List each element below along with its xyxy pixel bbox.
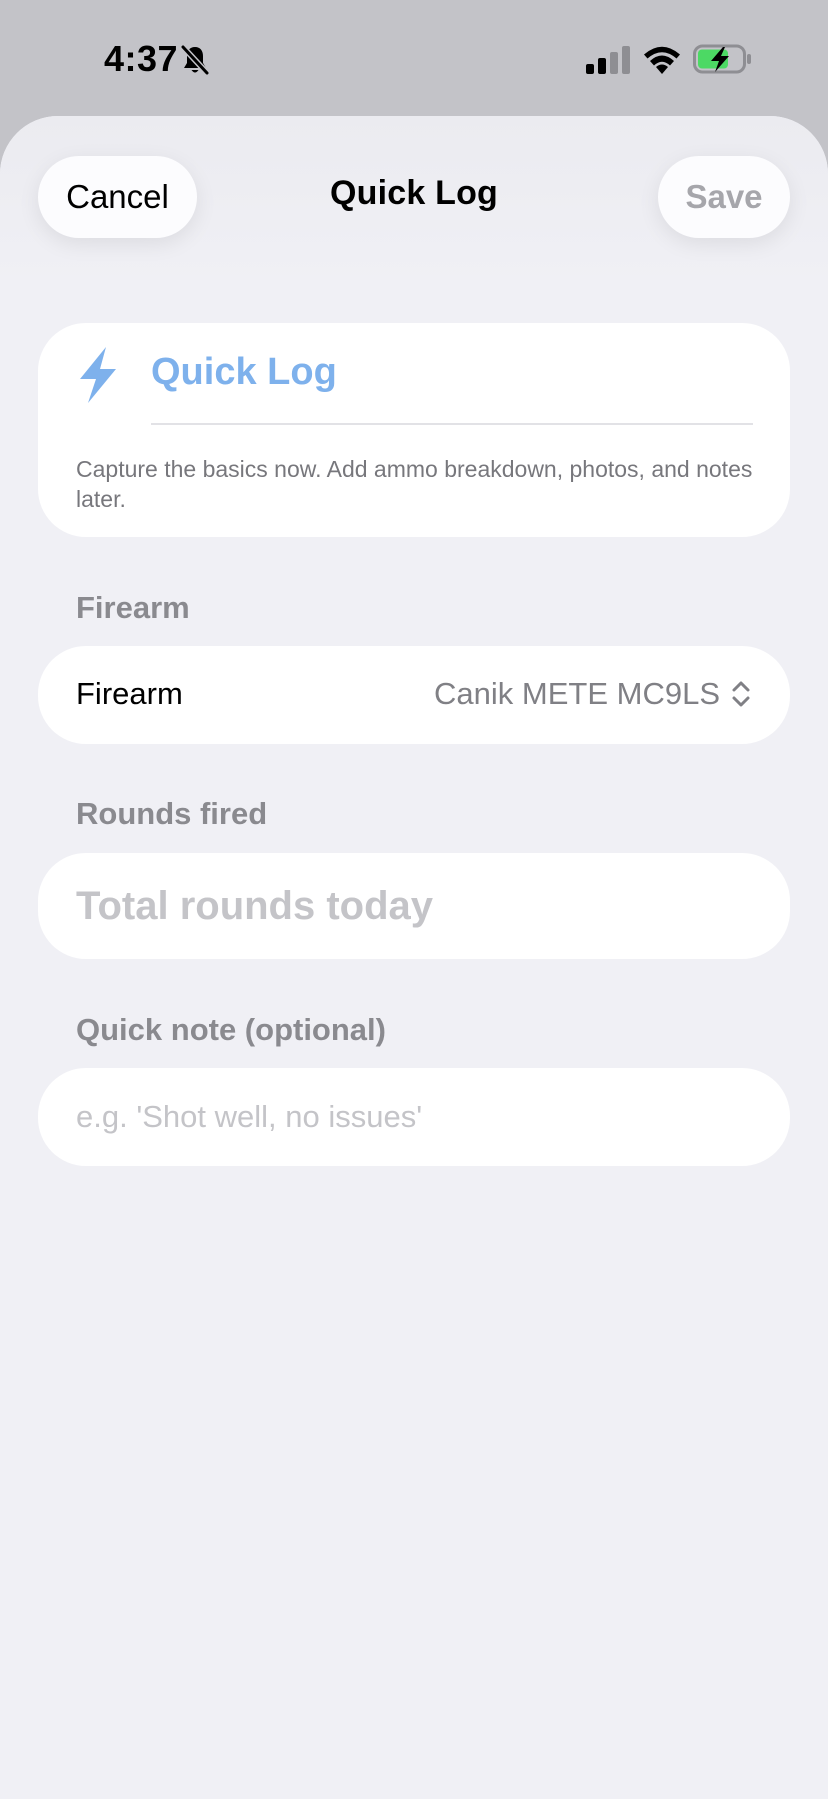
status-bar: 4:37	[0, 0, 828, 116]
firearm-picker-row[interactable]: Firearm Canik METE MC9LS	[38, 646, 790, 744]
rounds-section-header: Rounds fired	[76, 796, 268, 831]
note-section-header: Quick note (optional)	[76, 1012, 386, 1047]
divider	[151, 423, 753, 425]
battery-charging-icon	[693, 44, 751, 74]
bell-slash-icon	[180, 44, 210, 76]
quick-note-input[interactable]	[76, 1068, 756, 1166]
quick-log-description: Capture the basics now. Add ammo breakdo…	[76, 456, 753, 512]
quick-log-card-title: Quick Log	[151, 351, 337, 393]
wifi-icon	[644, 46, 680, 74]
rounds-field-container	[38, 853, 790, 959]
quick-log-info-card: Quick Log Capture the basics now. Add am…	[38, 323, 790, 537]
firearm-row-label: Firearm	[76, 676, 183, 711]
rounds-fired-input[interactable]	[76, 853, 756, 959]
quick-log-sheet: Cancel Quick Log Save Quick Log Capture …	[0, 116, 828, 1799]
chevron-up-down-icon	[732, 681, 750, 707]
firearm-selected-value[interactable]: Canik METE MC9LS	[434, 676, 720, 712]
status-time: 4:37	[104, 38, 179, 79]
cellular-signal-icon	[586, 46, 630, 74]
firearm-section-header: Firearm	[76, 590, 190, 625]
bolt-icon	[80, 347, 116, 403]
note-field-container	[38, 1068, 790, 1166]
save-button[interactable]: Save	[658, 156, 790, 238]
